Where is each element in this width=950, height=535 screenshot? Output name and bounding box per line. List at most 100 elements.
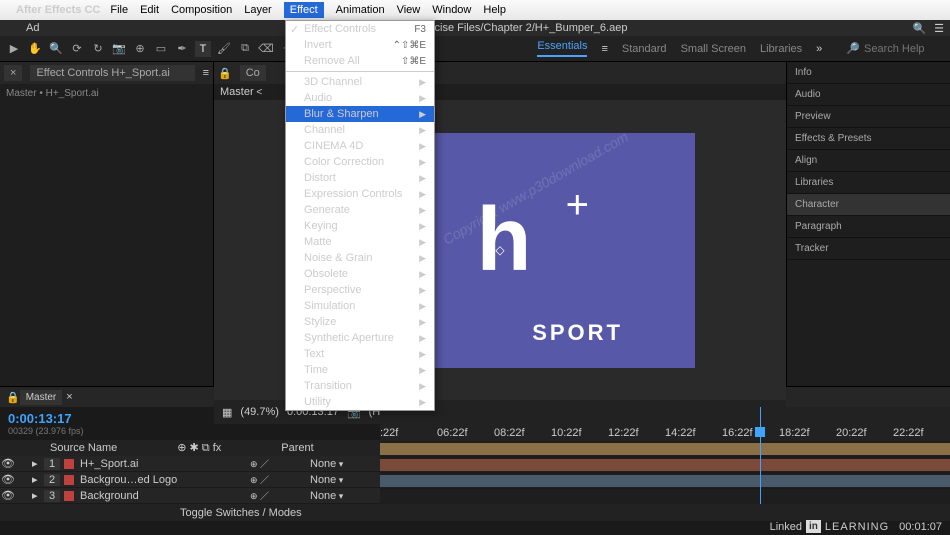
logo-plus: + [566, 183, 589, 228]
panel-info[interactable]: Info [787, 62, 950, 84]
selection-tool-icon[interactable]: ▶ [6, 41, 22, 57]
dd-stylize[interactable]: Stylize▶ [286, 314, 434, 330]
dd-blur-sharpen[interactable]: Blur & Sharpen▶ [286, 106, 434, 122]
menu-help[interactable]: Help [483, 4, 506, 16]
hamburger-icon[interactable]: ≡ [601, 43, 607, 55]
dd-invert[interactable]: Invert⌃⇧⌘E [286, 37, 434, 53]
dd-noise-grain[interactable]: Noise & Grain▶ [286, 250, 434, 266]
dd-3d-channel[interactable]: 3D Channel▶ [286, 74, 434, 90]
dd-effect-controls[interactable]: ✓Effect ControlsF3 [286, 21, 434, 37]
rotate-tool-icon[interactable]: ↻ [90, 41, 106, 57]
dd-matte[interactable]: Matte▶ [286, 234, 434, 250]
hand-tool-icon[interactable]: ✋ [27, 41, 43, 57]
brush-tool-icon[interactable]: 🖌 [216, 41, 232, 57]
timeline-lock-icon[interactable]: 🔒 [6, 391, 20, 404]
composition-tab[interactable]: Co [240, 65, 266, 81]
dd-time[interactable]: Time▶ [286, 362, 434, 378]
right-panel: Info Audio Preview Effects & Presets Ali… [786, 62, 950, 386]
pen-tool-icon[interactable]: ✒ [174, 41, 190, 57]
playhead[interactable] [760, 407, 761, 504]
dd-generate[interactable]: Generate▶ [286, 202, 434, 218]
frame-rate: 00329 (23.976 fps) [8, 426, 372, 436]
zoom-tool-icon[interactable]: 🔍 [48, 41, 64, 57]
panel-effects-presets[interactable]: Effects & Presets [787, 128, 950, 150]
menu-animation[interactable]: Animation [336, 4, 385, 16]
title-bar: Ad stiansen/Desktop/Exercise Files/Chapt… [0, 20, 950, 36]
visibility-icon[interactable]: 👁 [0, 473, 16, 486]
col-switches: ⊕ ✱ ⧉ fx [177, 441, 221, 455]
workspace-essentials[interactable]: Essentials [537, 40, 587, 57]
anchor-tool-icon[interactable]: ⊕ [132, 41, 148, 57]
layer-row-1[interactable]: 👁 ▸1 H+_Sport.ai ⊕ ／ None ▾ [0, 456, 380, 472]
dd-utility[interactable]: Utility▶ [286, 394, 434, 410]
panel-paragraph[interactable]: Paragraph [787, 216, 950, 238]
menu-layer[interactable]: Layer [244, 4, 272, 16]
dd-color-correction[interactable]: Color Correction▶ [286, 154, 434, 170]
dd-keying[interactable]: Keying▶ [286, 218, 434, 234]
search-icon[interactable]: 🔍 [912, 22, 926, 35]
dd-distort[interactable]: Distort▶ [286, 170, 434, 186]
menu-view[interactable]: View [397, 4, 421, 16]
panel-libraries[interactable]: Libraries [787, 172, 950, 194]
menu-composition[interactable]: Composition [171, 4, 232, 16]
dd-channel[interactable]: Channel▶ [286, 122, 434, 138]
menu-edit[interactable]: Edit [140, 4, 159, 16]
dd-perspective[interactable]: Perspective▶ [286, 282, 434, 298]
dd-audio[interactable]: Audio▶ [286, 90, 434, 106]
search-help-input[interactable] [864, 43, 944, 55]
camera-tool-icon[interactable]: 📷 [111, 41, 127, 57]
panel-menu-icon[interactable]: ≡ [203, 67, 209, 79]
panel-effect-controls-tab[interactable]: Effect Controls H+_Sport.ai [30, 65, 194, 81]
current-timecode[interactable]: 0:00:13:17 [8, 411, 72, 426]
dd-expression-controls[interactable]: Expression Controls▶ [286, 186, 434, 202]
layer-row-2[interactable]: 👁 ▸2 Backgrou…ed Logo ⊕ ／ None ▾ [0, 472, 380, 488]
menu-effect[interactable]: Effect [284, 2, 324, 18]
menu-icon[interactable]: ☰ [934, 22, 944, 35]
video-timecode: 00:01:07 [899, 521, 942, 533]
time-ruler[interactable]: :22f06:22f08:22f 10:22f12:22f14:22f 16:2… [380, 407, 950, 441]
panel-preview[interactable]: Preview [787, 106, 950, 128]
timeline-tracks[interactable]: :22f06:22f08:22f 10:22f12:22f14:22f 16:2… [380, 407, 950, 504]
col-parent: Parent [281, 442, 313, 454]
panel-character[interactable]: Character [787, 194, 950, 216]
timeline-tab-master[interactable]: Master [20, 390, 63, 405]
grid-icon[interactable]: ▦ [222, 406, 232, 419]
toggle-switches[interactable]: Toggle Switches / Modes [180, 507, 302, 519]
dd-simulation[interactable]: Simulation▶ [286, 298, 434, 314]
effect-controls-content: Master • H+_Sport.ai [0, 84, 213, 103]
dd-cinema4d[interactable]: CINEMA 4D▶ [286, 138, 434, 154]
dd-text[interactable]: Text▶ [286, 346, 434, 362]
logo-sport: SPORT [532, 320, 623, 346]
panel-lock-icon[interactable]: 🔒 [218, 67, 232, 80]
clone-tool-icon[interactable]: ⧉ [237, 41, 253, 57]
dd-obsolete[interactable]: Obsolete▶ [286, 266, 434, 282]
master-label: Master [220, 86, 254, 98]
panel-close-tab[interactable]: × [4, 65, 22, 81]
dd-remove-all[interactable]: Remove All⇧⌘E [286, 53, 434, 69]
layer-row-3[interactable]: 👁 ▸3 Background ⊕ ／ None ▾ [0, 488, 380, 504]
panel-tracker[interactable]: Tracker [787, 238, 950, 260]
visibility-icon[interactable]: 👁 [0, 489, 16, 502]
panel-align[interactable]: Align [787, 150, 950, 172]
dd-synthetic-aperture[interactable]: Synthetic Aperture▶ [286, 330, 434, 346]
mac-menubar: After Effects CC File Edit Composition L… [0, 0, 950, 20]
logo-h: h [477, 189, 524, 292]
workspace-more-icon[interactable]: » [816, 43, 822, 55]
rect-tool-icon[interactable]: ▭ [153, 41, 169, 57]
workspace-standard[interactable]: Standard [622, 43, 667, 55]
orbit-tool-icon[interactable]: ⟳ [69, 41, 85, 57]
text-tool-icon[interactable]: T [195, 41, 211, 57]
workspace-libraries[interactable]: Libraries [760, 43, 802, 55]
panel-audio[interactable]: Audio [787, 84, 950, 106]
menu-window[interactable]: Window [432, 4, 471, 16]
visibility-icon[interactable]: 👁 [0, 457, 16, 470]
workspace-small-screen[interactable]: Small Screen [681, 43, 746, 55]
effect-controls-panel: × Effect Controls H+_Sport.ai ≡ Master •… [0, 62, 214, 386]
col-source: Source Name [50, 442, 117, 454]
dd-transition[interactable]: Transition▶ [286, 378, 434, 394]
layer-name-1: H+_Sport.ai [78, 458, 250, 470]
eraser-tool-icon[interactable]: ⌫ [258, 41, 274, 57]
menu-file[interactable]: File [110, 4, 128, 16]
timeline-close-icon[interactable]: × [66, 391, 72, 403]
zoom-level[interactable]: (49.7%) [240, 406, 279, 418]
